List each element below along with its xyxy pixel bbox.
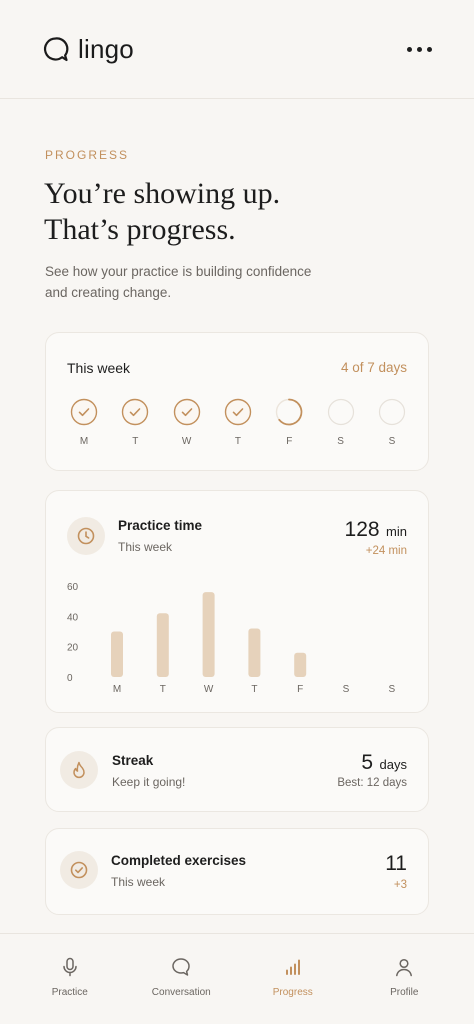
weekday-label: T	[132, 436, 139, 447]
x-tick-label: W	[204, 684, 214, 695]
bar-w-2	[202, 592, 215, 677]
practice-time-badge	[67, 517, 105, 555]
page-subtitle: See how your practice is building confid…	[45, 261, 345, 303]
completed-exercises-delta: +3	[393, 879, 407, 891]
y-tick-label: 20	[67, 643, 79, 654]
app-header: lingo	[0, 0, 474, 99]
clock-icon	[77, 527, 95, 545]
streak-title: Streak	[112, 753, 154, 768]
weekly-progress-count: 4 of 7 days	[340, 360, 407, 375]
day-status-empty-icon	[378, 398, 406, 426]
completed-exercises-value: 11	[385, 852, 407, 876]
streak-value: 5 days	[361, 751, 407, 775]
check-circle-icon	[70, 861, 88, 879]
practice-time-subtitle: This week	[118, 540, 173, 554]
streak-number: 5	[361, 751, 374, 774]
weekday-5: S	[327, 398, 355, 447]
tab-profile-label: Profile	[390, 987, 419, 998]
app-name: lingo	[78, 33, 134, 64]
x-tick-label: S	[343, 684, 350, 695]
streak-unit: days	[379, 757, 407, 772]
day-status-partial-icon	[276, 398, 303, 426]
app-logo[interactable]: lingo	[42, 34, 134, 65]
practice-time-number: 128	[344, 518, 380, 541]
weekday-4: F	[275, 398, 303, 447]
completed-exercises-number: 11	[385, 852, 407, 875]
y-tick-label: 0	[67, 673, 73, 684]
person-icon	[396, 958, 413, 977]
tab-practice[interactable]: Practice	[20, 934, 120, 1024]
flame-icon	[73, 761, 85, 779]
page-subtitle-line-1: See how your practice is building confid…	[45, 264, 312, 279]
streak-best: Best: 12 days	[337, 777, 407, 789]
completed-exercises-title: Completed exercises	[111, 853, 247, 868]
tab-practice-label: Practice	[51, 987, 88, 998]
streak-subtitle: Keep it going!	[112, 775, 186, 789]
bar-t-3	[248, 628, 261, 677]
weekday-2: W	[173, 398, 201, 447]
x-tick-label: M	[113, 684, 121, 695]
tab-progress[interactable]: Progress	[243, 934, 343, 1024]
tab-conversation[interactable]: Conversation	[131, 934, 231, 1024]
weekday-label: S	[388, 436, 396, 447]
tab-progress-label: Progress	[272, 987, 313, 998]
page-title-line-2: That’s progress.	[44, 213, 236, 246]
practice-time-unit: min	[386, 524, 407, 539]
microphone-icon	[63, 957, 77, 977]
weekday-label: W	[181, 436, 192, 447]
weekday-6: S	[378, 398, 406, 447]
speech-bubble-logo-icon	[43, 36, 69, 61]
day-status-done-icon	[122, 398, 149, 426]
practice-time-delta: +24 min	[365, 545, 407, 557]
page-title: You’re showing up. That’s progress.	[44, 176, 434, 248]
x-tick-label: F	[297, 684, 303, 695]
x-tick-label: T	[160, 684, 166, 695]
bar-f-4	[294, 652, 307, 677]
streak-badge	[60, 751, 98, 789]
practice-time-title: Practice time	[118, 518, 203, 533]
bar-chart-icon	[285, 959, 300, 975]
bar-m-0	[111, 631, 123, 677]
bar-t-1	[156, 613, 169, 677]
tab-profile[interactable]: Profile	[354, 934, 454, 1024]
weekly-progress-card: This week 4 of 7 days M T W T F S S	[45, 332, 429, 471]
completed-exercises-subtitle: This week	[111, 875, 166, 889]
weekly-progress-title: This week	[67, 360, 131, 376]
day-status-done-icon	[173, 398, 200, 426]
tab-conversation-label: Conversation	[151, 987, 211, 998]
section-eyebrow: PROGRESS	[45, 148, 130, 162]
day-status-empty-icon	[327, 398, 354, 426]
more-options-icon[interactable]	[407, 41, 432, 58]
day-status-done-icon	[70, 398, 98, 426]
weekday-1: T	[121, 398, 149, 447]
weekday-3: T	[224, 398, 252, 447]
y-tick-label: 40	[67, 612, 79, 623]
chat-bubble-icon	[172, 958, 190, 976]
x-tick-label: T	[251, 684, 257, 695]
practice-time-card[interactable]: 60 40 20 0 M T W T F S S Practice time This week 1…	[45, 490, 429, 713]
page-subtitle-line-2: and creating change.	[45, 285, 172, 300]
bottom-tab-bar: Practice Conversation Progress Profile	[0, 933, 474, 1024]
completed-exercises-badge	[60, 851, 98, 889]
weekday-label: F	[286, 436, 293, 447]
weekday-label: S	[337, 436, 344, 447]
day-status-done-icon	[224, 398, 252, 426]
weekday-label: T	[234, 436, 242, 447]
completed-exercises-card[interactable]: Completed exercises This week 11 +3	[45, 828, 429, 915]
streak-card[interactable]: Streak Keep it going! 5 days Best: 12 da…	[45, 727, 429, 812]
practice-time-value: 128 min	[345, 518, 407, 542]
weekday-tracker: MTWTFSS	[70, 398, 406, 447]
weekday-label: M	[79, 436, 89, 447]
y-tick-label: 60	[67, 582, 79, 593]
x-tick-label: S	[388, 684, 395, 695]
page-title-line-1: You’re showing up.	[44, 177, 281, 210]
weekday-0: M	[70, 398, 98, 447]
